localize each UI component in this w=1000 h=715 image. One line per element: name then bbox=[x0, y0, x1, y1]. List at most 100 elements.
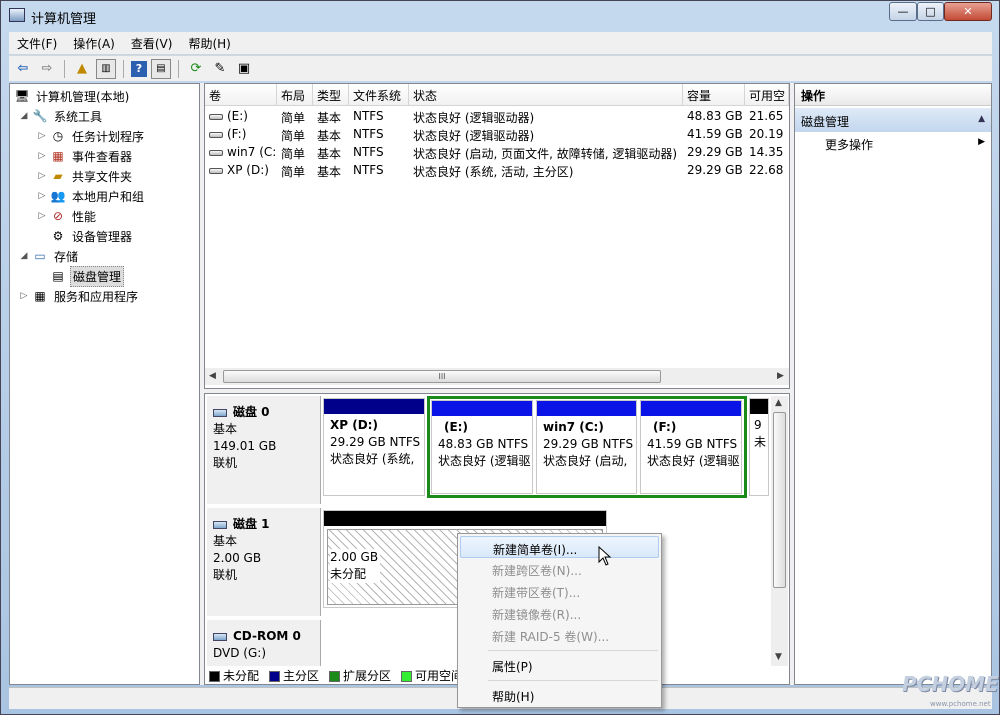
primary-partition-bar bbox=[324, 399, 424, 414]
tree-item-event-viewer[interactable]: ▷ ▦ 事件查看器 bbox=[36, 146, 134, 166]
tree-item-task-scheduler[interactable]: ▷ ◷ 任务计划程序 bbox=[36, 126, 146, 146]
menu-bar: 文件(F) 操作(A) 查看(V) 帮助(H) bbox=[9, 32, 992, 54]
vertical-scrollbar[interactable]: ▲ ▼ bbox=[771, 396, 788, 666]
help-icon[interactable]: ? bbox=[131, 60, 147, 77]
collapse-icon[interactable]: ◢ bbox=[18, 251, 30, 261]
forward-icon[interactable]: ⇨ bbox=[37, 59, 57, 79]
tree-item-disk-management[interactable]: ▤ 磁盘管理 bbox=[36, 265, 125, 287]
actions-section-disk-management[interactable]: 磁盘管理 ▲ bbox=[795, 108, 991, 132]
menu-new-simple-volume[interactable]: 新建简单卷(I)... bbox=[460, 536, 659, 558]
storage-icon: ▭ bbox=[34, 249, 46, 263]
menu-new-mirrored-volume[interactable]: 新建镜像卷(R)... bbox=[460, 602, 659, 624]
back-icon[interactable]: ⇦ bbox=[13, 59, 33, 79]
performance-icon: ⊘ bbox=[52, 209, 64, 223]
menu-help[interactable]: 帮助(H) bbox=[460, 684, 659, 706]
tree-item-shared-folders[interactable]: ▷ ▰ 共享文件夹 bbox=[36, 166, 134, 186]
partition-size: 29.29 GB NTFS bbox=[330, 435, 421, 449]
partition-name: XP (D:) bbox=[330, 418, 378, 432]
expand-icon[interactable]: ▷ bbox=[36, 131, 48, 141]
unallocated-bar bbox=[324, 511, 606, 526]
tree-item-label: 任务计划程序 bbox=[72, 129, 145, 144]
tree-item-device-manager[interactable]: ⚙ 设备管理器 bbox=[36, 226, 134, 246]
menu-new-raid5-volume[interactable]: 新建 RAID-5 卷(W)... bbox=[460, 624, 659, 646]
close-button[interactable]: ✕ bbox=[944, 2, 992, 21]
column-header-type[interactable]: 类型 bbox=[313, 84, 349, 106]
navigation-tree: 🖥 计算机管理(本地) ◢ 🔧 系统工具 ▷ ◷ 任务计划程序 ▷ ▦ 事件查看… bbox=[9, 83, 200, 685]
scroll-up-icon[interactable]: ▲ bbox=[775, 398, 782, 408]
show-hide-tree-icon[interactable]: ▥ bbox=[96, 58, 116, 79]
tree-item-storage[interactable]: ◢ ▭ 存储 bbox=[18, 246, 80, 266]
title-bar: 计算机管理 — □ ✕ bbox=[1, 1, 999, 31]
scroll-left-icon[interactable]: ◀ bbox=[209, 371, 216, 381]
event-viewer-icon: ▦ bbox=[52, 149, 64, 163]
logical-drive-bar bbox=[537, 401, 636, 416]
expand-icon[interactable]: ▷ bbox=[36, 171, 48, 181]
partition-e[interactable]: (E:) 48.83 GB NTFS 状态良好 (逻辑驱 bbox=[431, 400, 533, 494]
maximize-button[interactable]: □ bbox=[917, 2, 944, 21]
mouse-cursor-icon bbox=[598, 546, 612, 566]
menu-properties[interactable]: 属性(P) bbox=[460, 654, 659, 676]
column-header-filesystem[interactable]: 文件系统 bbox=[349, 84, 409, 106]
toolbar: ⇦ ⇨ ▲ ▥ ? ▤ ⟳ ✎ ▣ bbox=[9, 55, 992, 81]
volume-cell-name[interactable]: win7 (C:) bbox=[205, 143, 277, 161]
menu-file[interactable]: 文件(F) bbox=[9, 35, 65, 52]
expand-icon[interactable]: ▷ bbox=[36, 211, 48, 221]
partition-name: (E:) bbox=[444, 420, 468, 434]
volume-cell-name[interactable]: (F:) bbox=[205, 125, 277, 143]
volume-cell-capacity: 41.59 GB bbox=[687, 127, 743, 141]
disk-name: 磁盘 0 bbox=[233, 405, 270, 419]
expand-icon[interactable]: ▷ bbox=[36, 151, 48, 161]
menu-new-striped-volume[interactable]: 新建带区卷(T)... bbox=[460, 580, 659, 602]
tree-item-performance[interactable]: ▷ ⊘ 性能 bbox=[36, 206, 98, 226]
collapse-icon[interactable]: ◢ bbox=[18, 111, 30, 121]
partition-win7-c[interactable]: win7 (C:) 29.29 GB NTFS 状态良好 (启动, bbox=[536, 400, 637, 494]
scrollbar-thumb[interactable]: III bbox=[223, 370, 661, 383]
refresh-icon[interactable]: ⟳ bbox=[186, 59, 206, 79]
partition-f[interactable]: (F:) 41.59 GB NTFS 状态良好 (逻辑驱 bbox=[640, 400, 742, 494]
scroll-right-icon[interactable]: ▶ bbox=[777, 371, 784, 381]
menu-action[interactable]: 操作(A) bbox=[65, 35, 123, 52]
scroll-down-icon[interactable]: ▼ bbox=[775, 652, 782, 662]
partition-xp-d[interactable]: XP (D:) 29.29 GB NTFS 状态良好 (系统, bbox=[323, 398, 425, 496]
tree-item-system-tools[interactable]: ◢ 🔧 系统工具 bbox=[18, 106, 104, 126]
column-header-status[interactable]: 状态 bbox=[409, 84, 683, 106]
partition-status: 状态良好 (逻辑驱 bbox=[647, 454, 740, 468]
up-folder-icon[interactable]: ▲ bbox=[72, 59, 92, 79]
partition-size: 48.83 GB NTFS bbox=[438, 437, 529, 451]
menu-view[interactable]: 查看(V) bbox=[123, 35, 181, 52]
menu-help[interactable]: 帮助(H) bbox=[180, 35, 238, 52]
tree-item-computer-management[interactable]: 🖥 计算机管理(本地) bbox=[12, 86, 131, 106]
menu-new-spanned-volume[interactable]: 新建跨区卷(N)... bbox=[460, 558, 659, 580]
column-header-capacity[interactable]: 容量 bbox=[683, 84, 745, 106]
partition-name: win7 (C:) bbox=[543, 420, 604, 434]
tree-item-label: 本地用户和组 bbox=[72, 189, 145, 204]
scrollbar-thumb[interactable] bbox=[773, 412, 786, 588]
disk-size: 2.00 GB bbox=[213, 551, 262, 565]
volume-cell-free: 20.19 bbox=[749, 127, 784, 141]
properties-icon[interactable]: ✎ bbox=[210, 59, 230, 79]
disk-properties-icon[interactable]: ▣ bbox=[234, 59, 254, 79]
disk0-label[interactable]: 磁盘 0 基本 149.01 GB 联机 bbox=[207, 396, 321, 504]
disk1-label[interactable]: 磁盘 1 基本 2.00 GB 联机 bbox=[207, 508, 321, 616]
menu-separator bbox=[488, 680, 658, 681]
column-header-free-space[interactable]: 可用空 bbox=[745, 84, 789, 106]
column-header-layout[interactable]: 布局 bbox=[277, 84, 313, 106]
watermark-url: www.pchome.net bbox=[930, 700, 991, 708]
volume-cell-name[interactable]: XP (D:) bbox=[205, 161, 277, 179]
show-hide-action-pane-icon[interactable]: ▤ bbox=[151, 58, 171, 79]
collapse-section-icon[interactable]: ▲ bbox=[978, 114, 985, 124]
expand-icon[interactable]: ▷ bbox=[36, 191, 48, 201]
tree-item-services-apps[interactable]: ▷ ▦ 服务和应用程序 bbox=[18, 286, 140, 306]
volume-cell-name[interactable]: (E:) bbox=[205, 107, 277, 125]
tree-item-local-users[interactable]: ▷ 👥 本地用户和组 bbox=[36, 186, 146, 206]
horizontal-scrollbar[interactable]: ◀ III ▶ bbox=[205, 368, 789, 385]
column-header-volume[interactable]: 卷 bbox=[205, 84, 277, 106]
partition-cut-off[interactable]: 9 未 bbox=[749, 398, 769, 496]
expand-icon[interactable]: ▷ bbox=[18, 291, 30, 301]
volume-cell-capacity: 48.83 GB bbox=[687, 109, 743, 123]
more-actions-item[interactable]: 更多操作 ▶ bbox=[795, 132, 991, 154]
computer-management-icon bbox=[9, 8, 25, 22]
menu-separator bbox=[488, 650, 658, 651]
minimize-button[interactable]: — bbox=[889, 2, 917, 21]
device-manager-icon: ⚙ bbox=[52, 229, 64, 243]
